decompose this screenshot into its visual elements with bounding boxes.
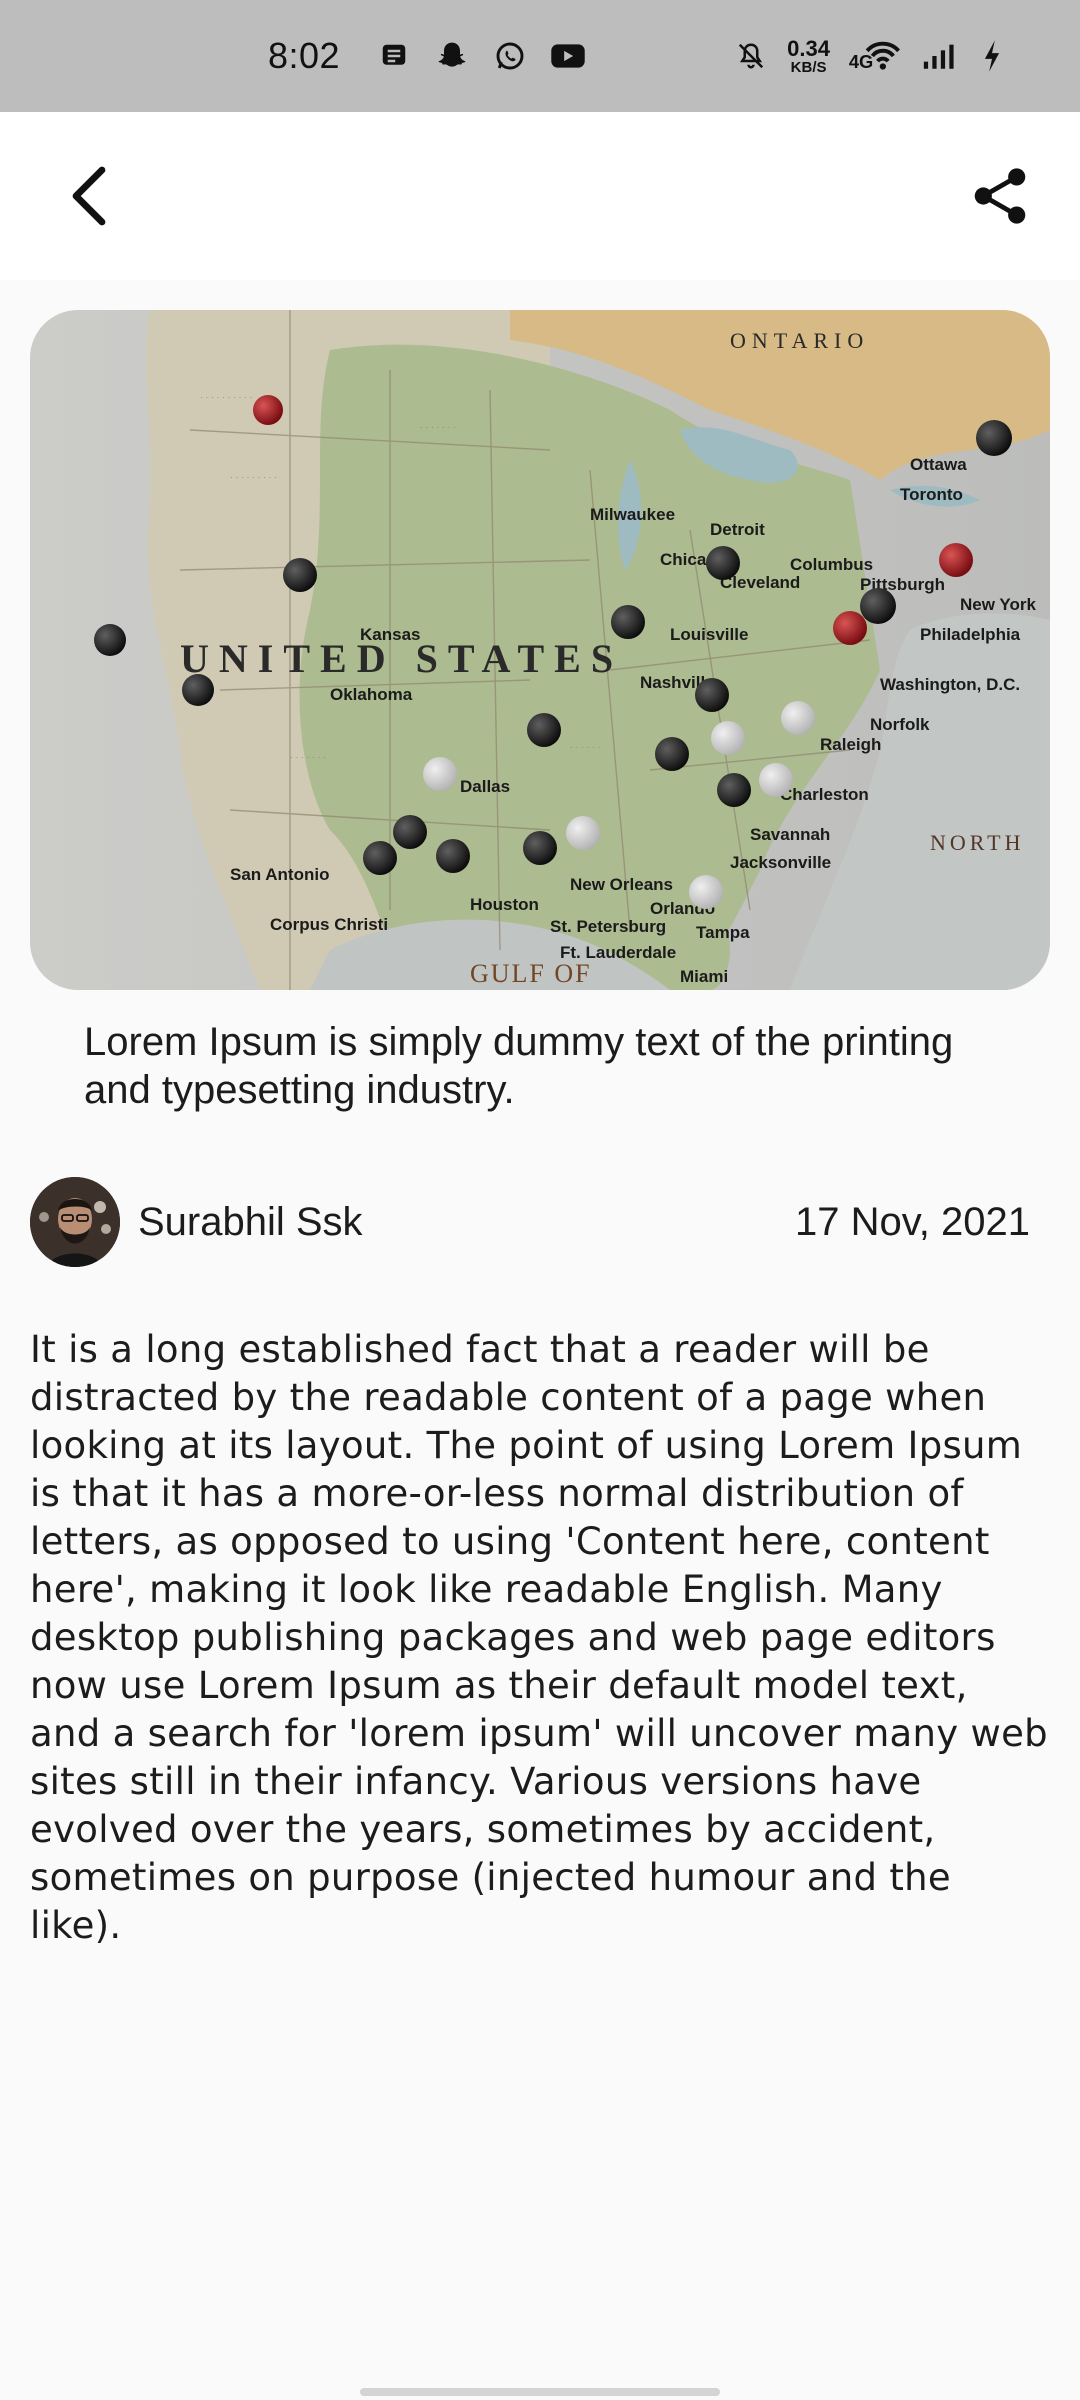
- home-indicator[interactable]: [360, 2388, 720, 2396]
- whatsapp-icon: [492, 38, 528, 74]
- charging-icon: [974, 38, 1010, 74]
- chevron-left-icon: [72, 166, 106, 226]
- network-speed: 0.34 KB/S: [787, 35, 830, 76]
- article-image: UNITED STATES ONTARIO GULF OF NORTH Chic…: [30, 310, 1050, 990]
- signal-icon: [920, 38, 956, 74]
- network-speed-value: 0.34: [787, 35, 830, 61]
- status-right: 0.34 KB/S 4G: [733, 0, 1010, 112]
- snapchat-icon: [434, 38, 470, 74]
- app-bar: [0, 112, 1080, 280]
- avatar-image: [30, 1177, 120, 1267]
- network-speed-unit: KB/S: [790, 58, 827, 76]
- status-time: 8:02: [268, 35, 341, 76]
- status-bar: 8:02 0.34 KB/S 4G: [0, 0, 1080, 112]
- avatar[interactable]: [30, 1177, 120, 1267]
- share-button[interactable]: [960, 156, 1040, 236]
- post-date: 17 Nov, 2021: [795, 1199, 1030, 1244]
- wifi-icon: 4G: [848, 38, 902, 74]
- author-row: Surabhil Ssk 17 Nov, 2021: [30, 1176, 1030, 1268]
- article-body: It is a long established fact that a rea…: [30, 1328, 1048, 1947]
- message-icon: [376, 38, 412, 74]
- status-left: 8:02: [268, 0, 586, 112]
- youtube-icon: [550, 38, 586, 74]
- back-button[interactable]: [50, 156, 130, 236]
- network-type-label: 4G: [849, 51, 873, 72]
- map-image: UNITED STATES ONTARIO GULF OF NORTH Chic…: [30, 310, 1050, 990]
- author-name[interactable]: Surabhil Ssk: [138, 1200, 363, 1245]
- share-icon: [974, 168, 1026, 224]
- mute-bell-icon: [733, 38, 769, 74]
- article-caption: Lorem Ipsum is simply dummy text of the …: [84, 1020, 954, 1112]
